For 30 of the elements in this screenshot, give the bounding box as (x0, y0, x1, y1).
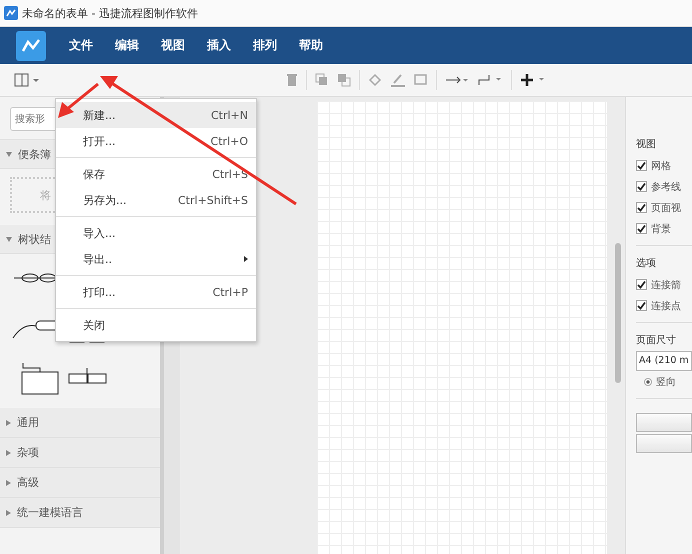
menu-option-label: 保存 (83, 166, 105, 182)
category-title: 杂项 (17, 445, 39, 460)
panel-title: 便条簿 (18, 146, 51, 162)
section-heading: 页面尺寸 (636, 334, 677, 347)
menu-option-label: 导入... (83, 226, 116, 240)
scratchpad-hint: 将 (40, 188, 51, 202)
radio-label: 竖向 (656, 376, 676, 388)
menu-option-label: 导出.. (83, 252, 112, 266)
panel-title: 树状结 (18, 232, 51, 246)
checkbox-label: 页面视 (651, 202, 681, 214)
window-title: 未命名的表单 - 迅捷流程图制作软件 (22, 6, 198, 20)
shortcut-text: Ctrl+Shift+S (178, 194, 248, 206)
checkbox-label: 背景 (651, 222, 671, 236)
checkbox-label: 网格 (651, 160, 671, 172)
shortcut-text: Ctrl+P (212, 286, 248, 298)
menu-option-label: 关闭 (83, 318, 105, 332)
checkbox-label: 连接点 (651, 300, 681, 312)
category-title: 统一建模语言 (17, 505, 83, 520)
menu-option-label: 另存为... (83, 192, 126, 208)
section-heading: 视图 (636, 138, 657, 151)
shortcut-text: Ctrl+N (210, 108, 248, 122)
category-title: 高级 (17, 475, 39, 490)
category-title: 通用 (17, 415, 39, 430)
shortcut-text: Ctrl+O (210, 134, 248, 148)
section-heading: 选项 (636, 256, 657, 270)
menu-option-label: 打开... (83, 134, 116, 148)
checkbox-label: 连接箭 (651, 278, 681, 292)
checkbox-label: 参考线 (651, 180, 681, 194)
menu-option-label: 打印... (83, 284, 116, 300)
menu-option-label: 新建... (83, 108, 116, 122)
